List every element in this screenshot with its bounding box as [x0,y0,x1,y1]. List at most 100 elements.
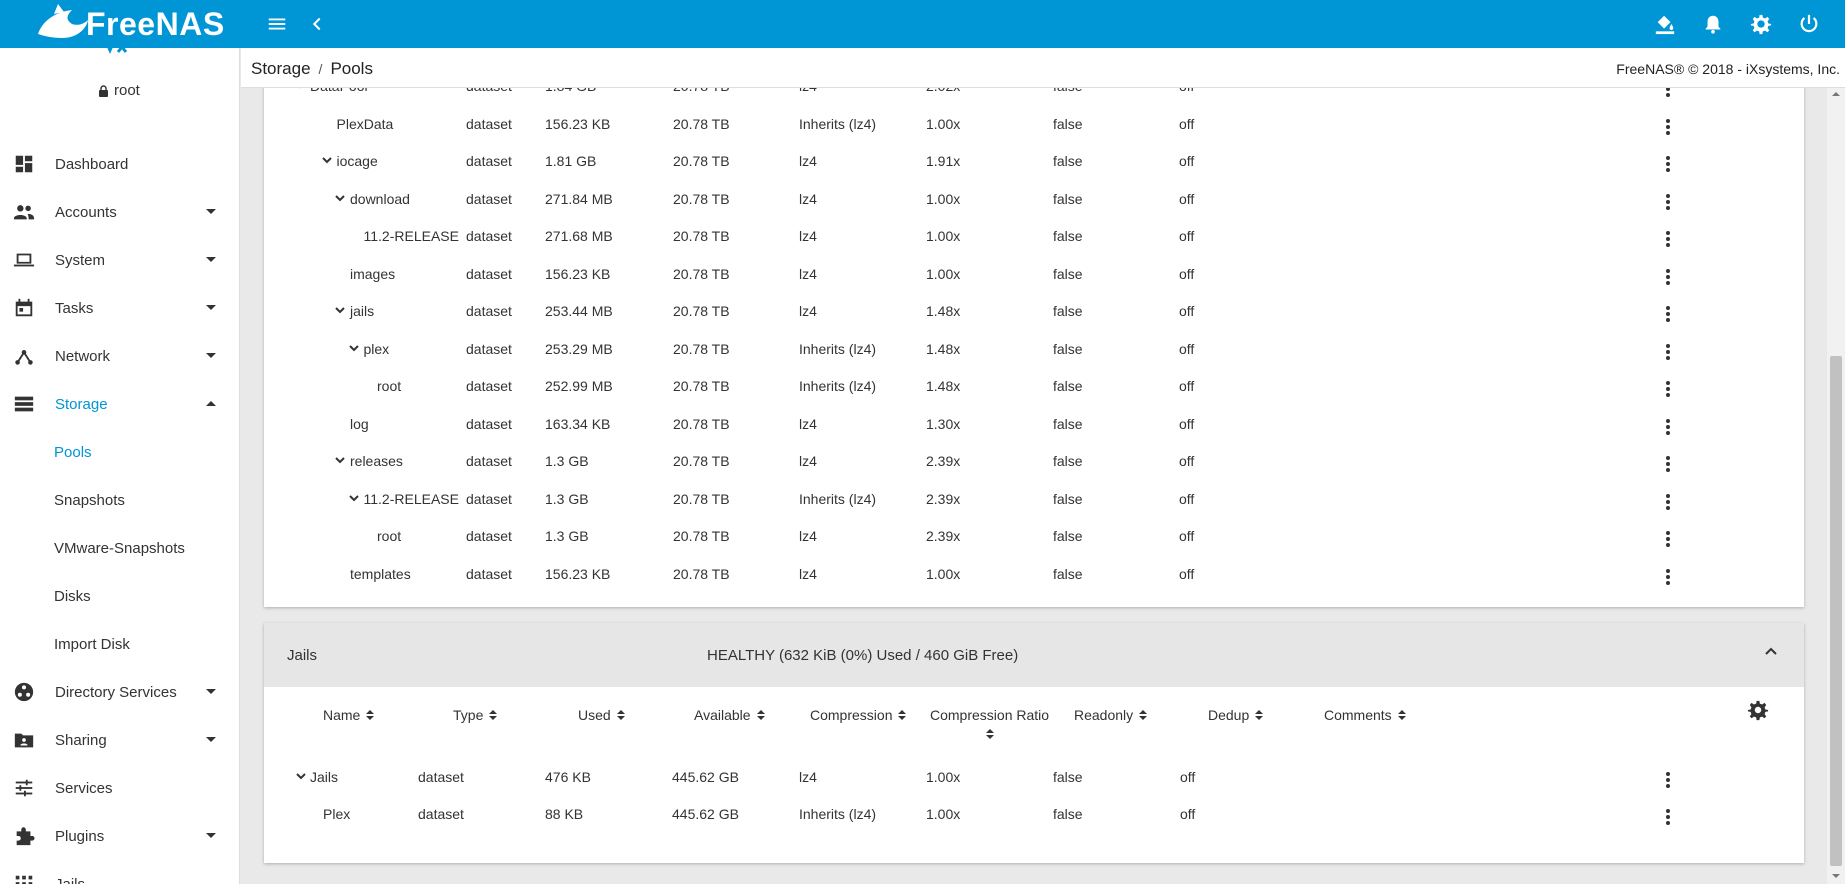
row-actions-kebab-icon[interactable] [1665,806,1671,828]
sort-icon[interactable] [616,710,625,720]
expand-chevron-icon[interactable] [347,491,361,505]
nav-vmware-snapshots[interactable]: VMware-Snapshots [0,524,239,572]
row-actions-kebab-icon[interactable] [1665,341,1671,363]
breadcrumb-storage[interactable]: Storage [251,59,311,79]
cell-readonly: false [1053,303,1083,319]
sort-icon[interactable] [1397,710,1406,720]
nav-system[interactable]: System [0,236,239,284]
table-row: jails dataset 253.44 MB 20.78 TB lz4 1.48x fal… [264,293,1804,330]
cell-compression: lz4 [799,190,817,207]
menu-icon[interactable] [265,12,289,36]
scroll-down-arrow-icon[interactable] [1832,874,1840,878]
nav-disks[interactable]: Disks [0,572,239,620]
cell-readonly: false [1053,378,1083,394]
nav-directory-services[interactable]: Directory Services [0,668,239,716]
services-icon [12,776,36,800]
nav-dashboard[interactable]: Dashboard [0,140,239,188]
cell-compression: lz4 [799,528,817,544]
table-row: plex dataset 253.29 MB 20.78 TB Inherits (lz… [264,331,1804,368]
cell-compression: lz4 [799,415,817,432]
row-actions-kebab-icon[interactable] [1665,416,1671,438]
row-actions-kebab-icon[interactable] [1665,528,1671,550]
column-header[interactable]: Type [453,707,498,723]
nav-label: Storage [55,395,108,413]
dataset-name: releases [350,453,403,469]
row-actions-kebab-icon[interactable] [1665,191,1671,213]
nav-accounts[interactable]: Accounts [0,188,239,236]
expand-chevron-icon[interactable] [347,341,361,355]
jails-pool-header[interactable]: Jails HEALTHY (632 KiB (0%) Used / 460 G… [264,623,1804,687]
row-actions-kebab-icon[interactable] [1665,378,1671,400]
nav-jails[interactable]: Jails [0,860,239,884]
chevron-down-icon [206,737,216,742]
nav-sharing[interactable]: Sharing [0,716,239,764]
nav-plugins[interactable]: Plugins [0,812,239,860]
row-actions-kebab-icon[interactable] [1665,88,1671,100]
cell-ratio: 1.00x [926,806,961,822]
sort-icon[interactable] [985,729,994,739]
storage-icon [12,392,36,416]
row-actions-kebab-icon[interactable] [1665,566,1671,588]
sort-icon[interactable] [1139,710,1148,720]
expand-chevron-icon[interactable] [333,453,347,467]
column-header[interactable]: Compression [810,707,907,723]
chevron-up-icon[interactable] [1764,645,1778,659]
column-header[interactable]: Name [323,707,375,723]
row-actions-kebab-icon[interactable] [1665,116,1671,138]
column-header[interactable]: Comments [1324,707,1406,723]
chevron-down-icon [206,305,216,310]
expand-chevron-icon[interactable] [320,153,334,167]
cell-ratio: 1.48x [926,340,961,357]
settings-icon[interactable] [1749,12,1773,36]
column-header[interactable]: Readonly [1074,707,1148,723]
cell-type: dataset [466,528,512,544]
cell-ratio: 1.00x [926,265,961,282]
sort-icon[interactable] [898,710,907,720]
column-header[interactable]: Available [694,707,765,723]
cell-ratio: 1.30x [926,415,961,432]
scroll-thumb[interactable] [1830,356,1842,866]
cell-readonly: false [1053,88,1083,94]
table-row: templates dataset 156.23 KB 20.78 TB lz4 1.00… [264,556,1804,593]
row-actions-kebab-icon[interactable] [1665,228,1671,250]
sort-icon[interactable] [489,710,498,720]
expand-chevron-icon[interactable] [333,303,347,317]
chevron-down-icon [206,833,216,838]
notifications-icon[interactable] [1701,12,1725,36]
nav-snapshots[interactable]: Snapshots [0,476,239,524]
column-header[interactable]: Used [578,707,625,723]
power-icon[interactable] [1797,12,1821,36]
row-actions-kebab-icon[interactable] [1665,153,1671,175]
back-chevron-icon[interactable] [305,12,329,36]
row-actions-kebab-icon[interactable] [1665,303,1671,325]
nav-tasks[interactable]: Tasks [0,284,239,332]
nav-storage[interactable]: Storage [0,380,239,428]
column-header-label: Readonly [1074,707,1134,723]
expand-chevron-icon[interactable] [333,191,347,205]
freenas-logo[interactable]: FreeNAS [32,4,225,44]
row-actions-kebab-icon[interactable] [1665,491,1671,513]
column-header-label: Name [323,707,361,723]
nav-import-disk[interactable]: Import Disk [0,620,239,668]
row-actions-kebab-icon[interactable] [1665,266,1671,288]
row-actions-kebab-icon[interactable] [1665,769,1671,791]
nav-services[interactable]: Services [0,764,239,812]
nav-pools[interactable]: Pools [0,428,239,476]
expand-chevron-icon[interactable] [294,769,308,783]
nav-network[interactable]: Network [0,332,239,380]
column-header[interactable]: Compression Ratio [930,707,1049,739]
page-scrollbar[interactable] [1827,88,1845,884]
cell-type: dataset [466,415,512,432]
scroll-up-arrow-icon[interactable] [1832,92,1840,96]
sort-icon[interactable] [756,710,765,720]
expand-chevron-icon[interactable] [293,88,307,92]
theme-icon[interactable] [1653,12,1677,36]
row-actions-kebab-icon[interactable] [1665,453,1671,475]
column-header[interactable]: Dedup [1208,707,1264,723]
sort-icon[interactable] [1255,710,1264,720]
cell-dedup: off [1179,490,1195,507]
sort-icon[interactable] [366,710,375,720]
cell-type: dataset [466,340,512,357]
dataset-name: Jails [310,769,339,785]
nav-label: Sharing [55,731,107,749]
